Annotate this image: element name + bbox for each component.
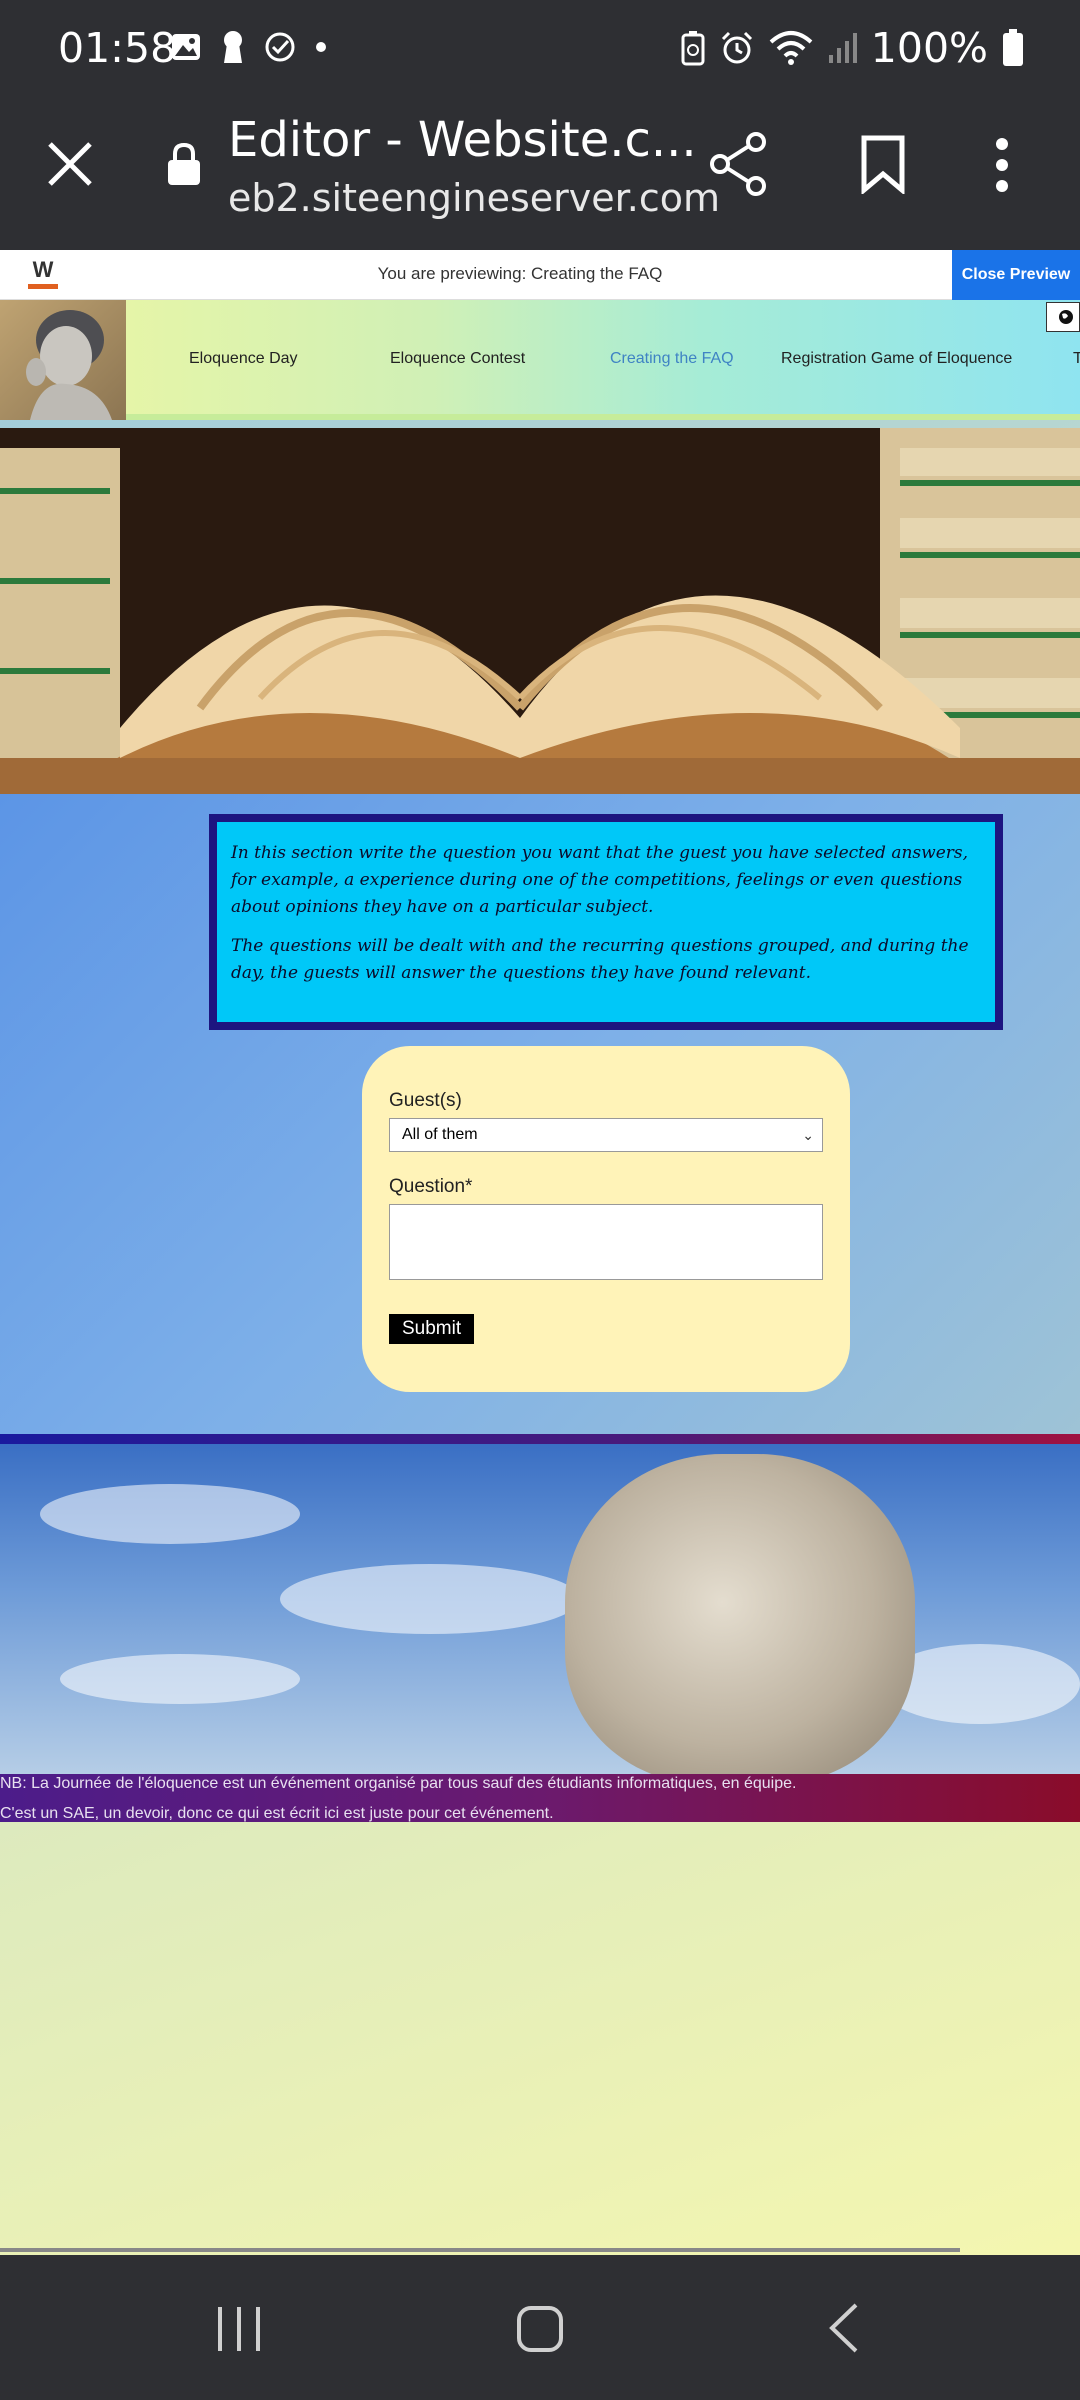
cloud: [60, 1654, 300, 1704]
language-button[interactable]: [1046, 302, 1080, 332]
notification-icons: [170, 30, 328, 64]
wifi-icon: [769, 31, 813, 65]
bookmark-icon[interactable]: [860, 134, 906, 194]
home-icon[interactable]: [516, 2305, 564, 2353]
guest-label: Guest(s): [389, 1090, 462, 1111]
nav-creating-faq[interactable]: Creating the FAQ: [610, 350, 734, 368]
alarm-icon: [721, 31, 752, 64]
footer-note-line-2: C'est un SAE, un devoir, donc ce qui est…: [0, 1805, 554, 1822]
battery-percent: 100%: [870, 24, 988, 72]
status-bar: 01:58 100%: [0, 0, 1080, 98]
system-icons: 100%: [681, 24, 1024, 72]
recent-apps-icon[interactable]: [216, 2305, 262, 2353]
hero-banner-books: [0, 428, 1080, 794]
url-text[interactable]: eb2.siteengineserver.com: [228, 176, 720, 220]
cloud: [40, 1484, 300, 1544]
section-divider: [0, 1434, 1080, 1444]
submit-button[interactable]: Submit: [389, 1314, 475, 1344]
site-logo[interactable]: [0, 300, 126, 420]
nav-eloquence-contest[interactable]: Eloquence Contest: [390, 350, 525, 368]
preview-bar: W You are previewing: Creating the FAQ C…: [0, 250, 1080, 300]
statue-banner: [0, 1444, 1080, 1774]
web-page: W You are previewing: Creating the FAQ C…: [0, 250, 1080, 2255]
faq-instructions-box: In this section write the question you w…: [209, 814, 1003, 1030]
globe-icon: [1059, 310, 1073, 324]
scroll-indicator: [0, 2248, 960, 2252]
status-time: 01:58: [58, 24, 177, 72]
guest-select-value: All of them: [402, 1126, 478, 1143]
instructions-paragraph-1: In this section write the question you w…: [231, 843, 969, 917]
nav-eloquence-day[interactable]: Eloquence Day: [189, 350, 298, 368]
preview-text: You are previewing: Creating the FAQ: [377, 264, 663, 283]
dot-icon: [316, 42, 326, 52]
faq-form: Guest(s) All of them ⌄ Question* Submit: [362, 1046, 850, 1392]
question-label: Question*: [389, 1176, 473, 1197]
nav-item-truncated[interactable]: T: [1073, 350, 1080, 368]
chevron-down-icon: ⌄: [802, 1127, 814, 1143]
share-icon[interactable]: [708, 132, 768, 196]
keyhole-icon: [224, 31, 242, 63]
footer-note-line-1: NB: La Journée de l'éloquence est un évé…: [0, 1775, 797, 1792]
statue-head-image: [565, 1454, 915, 1774]
question-textarea[interactable]: [389, 1204, 823, 1280]
nav-registration-game[interactable]: Registration Game of Eloquence: [781, 350, 1012, 368]
bust-image: [26, 310, 112, 420]
lock-icon[interactable]: [166, 142, 202, 186]
battery-icon: [1003, 29, 1023, 66]
instructions-paragraph-2: The questions will be dealt with and the…: [231, 936, 969, 983]
cloud: [280, 1564, 580, 1634]
browser-toolbar: Editor - Website.c... eb2.siteengineserv…: [0, 98, 1080, 250]
battery-saver-icon: [681, 31, 705, 66]
system-navigation-bar: [0, 2255, 1080, 2400]
guest-select[interactable]: All of them ⌄: [389, 1118, 823, 1152]
site-navigation: Eloquence Day Eloquence Contest Creating…: [0, 300, 1080, 420]
close-icon[interactable]: [46, 140, 94, 188]
close-preview-button[interactable]: Close Preview: [952, 250, 1080, 300]
books-image: [0, 428, 1080, 794]
more-options-icon[interactable]: [994, 138, 1010, 192]
check-circle-icon: [265, 32, 295, 62]
gallery-icon: [172, 34, 200, 60]
page-title[interactable]: Editor - Website.c...: [228, 112, 697, 168]
signal-icon: [828, 33, 857, 63]
back-icon[interactable]: [826, 2301, 862, 2355]
